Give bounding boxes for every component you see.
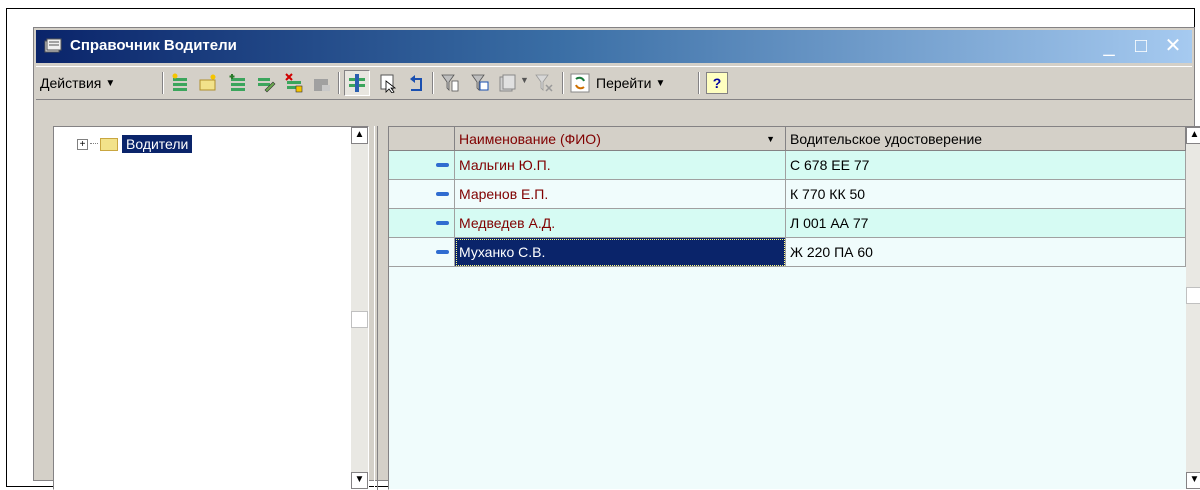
row-item-icon [436, 163, 449, 167]
drivers-table[interactable]: Наименование (ФИО) ▼ Водительское удосто… [388, 126, 1200, 490]
row-marker [389, 180, 455, 209]
row-item-icon [436, 221, 449, 225]
row-marker [389, 151, 455, 180]
up-level-icon[interactable] [406, 73, 426, 93]
toolbar-separator [432, 72, 434, 94]
table-scrollbar[interactable]: ▲ ▼ [1186, 127, 1200, 489]
tree-panel[interactable]: + Водители ▲ ▼ [53, 126, 369, 490]
maximize-button[interactable]: □ [1130, 34, 1152, 58]
sort-arrow-icon[interactable]: ▼ [766, 134, 775, 144]
cell-name[interactable]: Медведев А.Д. [455, 209, 786, 238]
cell-license[interactable]: Л 001 АА 77 [786, 209, 1186, 238]
close-button[interactable]: ✕ [1162, 34, 1184, 58]
cell-name[interactable]: Мальгин Ю.П. [455, 151, 786, 180]
table-row[interactable]: Медведев А.Д. Л 001 АА 77 [389, 209, 1186, 238]
goto-label: Перейти [596, 75, 652, 91]
column-header-license[interactable]: Водительское удостоверение [786, 127, 1186, 151]
cell-name[interactable]: Маренов Е.П. [455, 180, 786, 209]
row-item-icon [436, 250, 449, 254]
filter-off-icon[interactable] [534, 73, 554, 93]
table-row-selected[interactable]: Муханко С.В. Ж 220 ПА 60 [389, 238, 1186, 267]
actions-menu-button[interactable]: Действия ▼ [40, 71, 115, 95]
folder-icon [100, 137, 118, 151]
column-header-name-label: Наименование (ФИО) [459, 130, 601, 147]
cell-name[interactable]: Муханко С.В. [455, 238, 786, 267]
filter-value-icon[interactable] [470, 73, 490, 93]
table-row[interactable]: Мальгин Ю.П. С 678 ЕЕ 77 [389, 151, 1186, 180]
scroll-thumb[interactable] [1186, 287, 1200, 304]
refresh-icon [570, 73, 590, 93]
tree-node-label: Водители [122, 135, 193, 153]
window-title: Справочник Водители [70, 37, 237, 54]
tree-connector [90, 143, 98, 145]
goto-menu-button[interactable]: Перейти ▼ [570, 71, 665, 95]
filter-icon[interactable] [440, 73, 460, 93]
table-row[interactable]: Маренов Е.П. К 770 КК 50 [389, 180, 1186, 209]
help-button[interactable]: ? [706, 71, 728, 95]
scroll-down-icon[interactable]: ▼ [351, 472, 368, 489]
add-icon[interactable] [170, 73, 190, 93]
hierarchy-toggle-button[interactable] [344, 70, 370, 96]
window-icon [44, 38, 62, 53]
scroll-up-icon[interactable]: ▲ [1186, 127, 1200, 144]
cell-license[interactable]: Ж 220 ПА 60 [786, 238, 1186, 267]
delete-icon[interactable] [284, 73, 304, 93]
minimize-button[interactable]: _ [1098, 34, 1120, 58]
toolbar: Действия ▼ ▼ Перейти ▼ ? [36, 66, 1192, 100]
row-marker-header [389, 127, 455, 151]
row-marker [389, 238, 455, 267]
help-icon: ? [706, 72, 728, 94]
edit-icon[interactable] [256, 73, 276, 93]
add-folder-icon[interactable] [198, 73, 218, 93]
scroll-thumb[interactable] [351, 311, 368, 328]
panel-splitter[interactable] [374, 126, 378, 490]
save-disabled-icon[interactable] [312, 73, 332, 93]
chevron-down-icon[interactable]: ▼ [520, 75, 529, 85]
row-marker [389, 209, 455, 238]
filter-history-icon[interactable] [498, 73, 518, 93]
tree-scrollbar[interactable]: ▲ ▼ [351, 127, 368, 489]
title-bar[interactable]: Справочник Водители _ □ ✕ [36, 30, 1192, 63]
cell-license[interactable]: С 678 ЕЕ 77 [786, 151, 1186, 180]
toolbar-separator [338, 72, 340, 94]
chevron-down-icon: ▼ [655, 77, 666, 89]
scroll-up-icon[interactable]: ▲ [351, 127, 368, 144]
toolbar-separator [562, 72, 564, 94]
add-copy-icon[interactable] [228, 73, 248, 93]
hierarchy-icon [349, 74, 365, 92]
row-item-icon [436, 192, 449, 196]
tree-node-drivers[interactable]: + Водители [77, 134, 193, 154]
column-header-name[interactable]: Наименование (ФИО) ▼ [455, 127, 786, 151]
cell-license[interactable]: К 770 КК 50 [786, 180, 1186, 209]
toolbar-separator [162, 72, 164, 94]
chevron-down-icon: ▼ [105, 77, 116, 89]
scroll-down-icon[interactable]: ▼ [1186, 472, 1200, 489]
toolbar-separator [698, 72, 700, 94]
expand-icon[interactable]: + [77, 138, 88, 150]
actions-label: Действия [40, 75, 102, 91]
select-icon[interactable] [378, 73, 398, 93]
catalog-window: Справочник Водители _ □ ✕ Действия ▼ ▼ П… [33, 27, 1200, 490]
column-header-license-label: Водительское удостоверение [790, 130, 983, 147]
